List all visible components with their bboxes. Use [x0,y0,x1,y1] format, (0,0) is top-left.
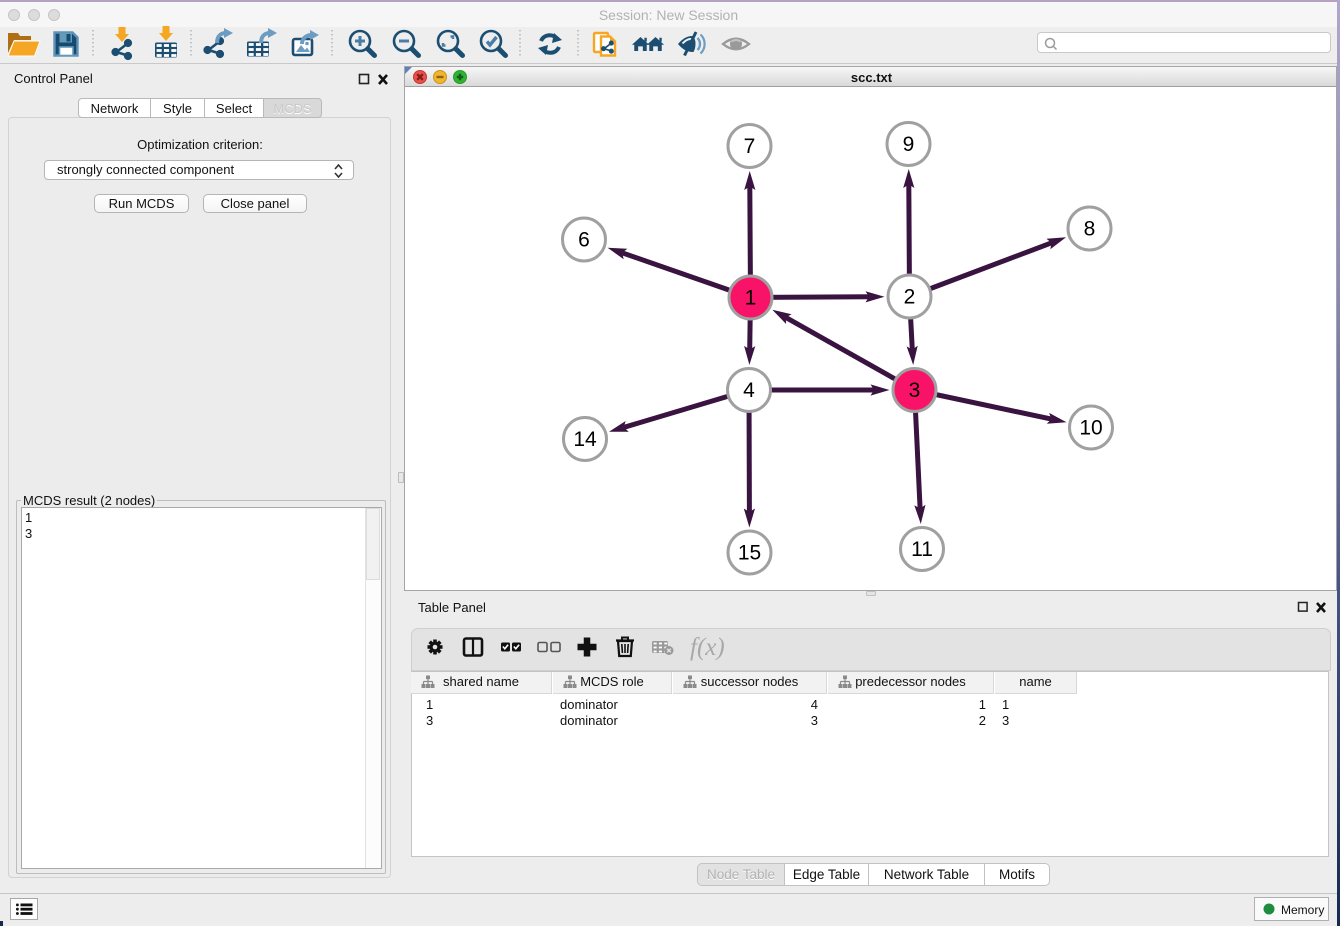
svg-text:f(x): f(x) [690,634,725,661]
